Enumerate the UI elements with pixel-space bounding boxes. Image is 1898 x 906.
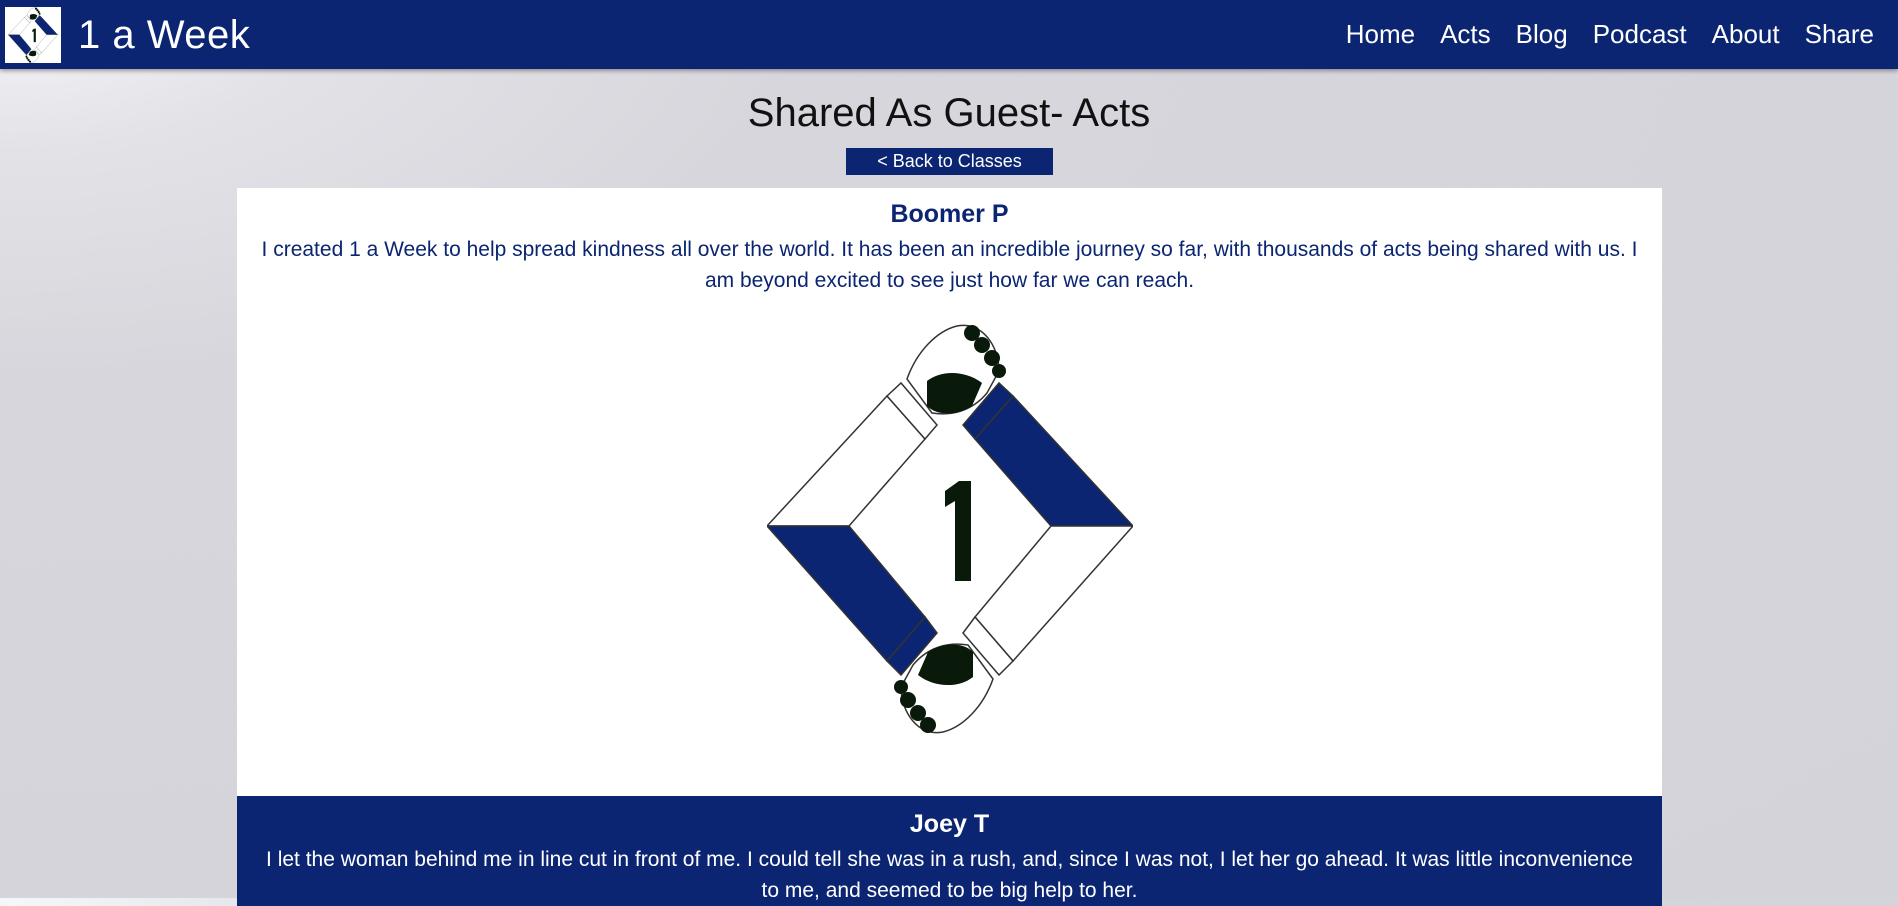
page-title: Shared As Guest- Acts xyxy=(747,91,1151,135)
nav-podcast[interactable]: Podcast xyxy=(1593,19,1687,50)
handshake-diamond-logo-icon[interactable] xyxy=(5,6,61,63)
act-description: I let the woman behind me in line cut in… xyxy=(266,848,1633,902)
act-author-name: Joey T xyxy=(909,810,990,838)
act-card: Joey T I let the woman behind me in line… xyxy=(237,796,1662,906)
nav-about[interactable]: About xyxy=(1712,19,1780,50)
nav-blog[interactable]: Blog xyxy=(1516,19,1568,50)
nav-share[interactable]: Share xyxy=(1805,19,1874,50)
nav-home[interactable]: Home xyxy=(1346,19,1415,50)
top-navbar: 1 a Week Home Acts Blog Podcast About Sh… xyxy=(0,0,1898,69)
handshake-diamond-logo-icon xyxy=(766,321,1134,734)
act-description: I created 1 a Week to help spread kindne… xyxy=(261,238,1638,292)
act-card: Boomer P I created 1 a Week to help spre… xyxy=(237,188,1662,796)
nav-acts[interactable]: Acts xyxy=(1440,19,1491,50)
brand-name[interactable]: 1 a Week xyxy=(78,15,250,55)
brand-link[interactable]: 1 a Week xyxy=(5,6,250,63)
nav-menu: Home Acts Blog Podcast About Share xyxy=(1346,0,1874,69)
back-to-classes-button[interactable]: < Back to Classes xyxy=(846,148,1053,175)
act-author-name: Boomer P xyxy=(890,200,1009,228)
